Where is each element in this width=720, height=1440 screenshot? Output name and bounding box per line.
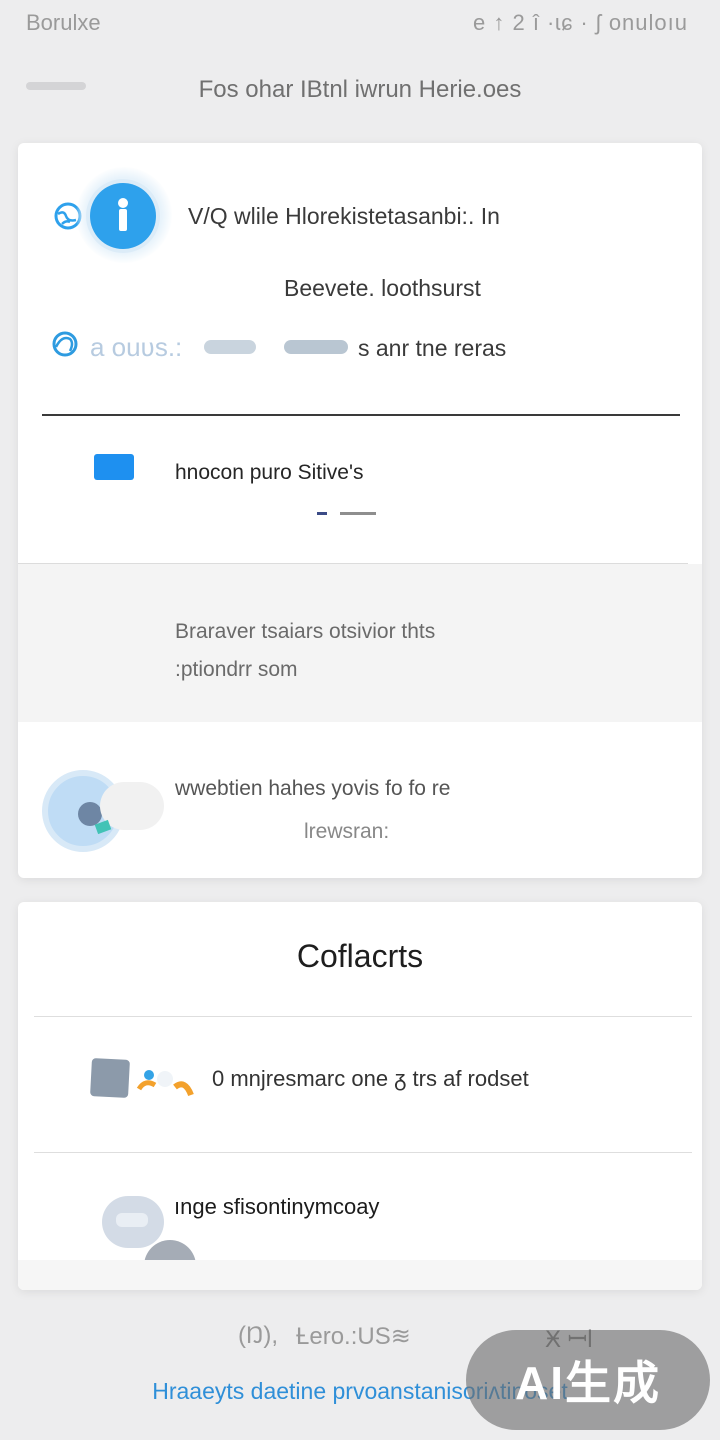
cloud-icon bbox=[100, 782, 164, 830]
info-line-3-lead: a ouʋs.: bbox=[90, 332, 183, 362]
footer-left-text: (Ŋ), bbox=[238, 1322, 279, 1349]
decorative-line bbox=[340, 512, 376, 515]
feature-row[interactable]: wwebtien hahes yovis fo fo re lrewsran: bbox=[18, 722, 702, 878]
contacts-title: Coflacrts bbox=[296, 938, 424, 974]
contact-avatar-detail bbox=[116, 1213, 148, 1227]
card-footer-strip bbox=[18, 1260, 702, 1290]
decorative-blob bbox=[284, 340, 348, 354]
page-title: Fos ohar IBtnl iwrun Herie.oes bbox=[198, 76, 522, 103]
info-icon bbox=[90, 183, 156, 249]
feature-line-1: wwebtien hahes yovis fo fo re bbox=[175, 777, 451, 800]
info-card: V/Q wlile Hlorekistetasanbi:. In Beevete… bbox=[18, 143, 702, 878]
info-line-3: s anr tne reras bbox=[358, 335, 507, 361]
footer-middle-text: Ƚero.:US≋ bbox=[296, 1323, 411, 1350]
info-line-2: Beevete. loothsurst bbox=[284, 275, 481, 301]
notice-line-1: Braraver tsaiars otsivior thts bbox=[175, 620, 436, 643]
service-label: hnocon puro Sitive's bbox=[175, 461, 364, 484]
status-right-text: e ↑ 2 î ·ɩɕ · ʃ onuloıu bbox=[473, 10, 688, 35]
folder-icon bbox=[94, 454, 134, 480]
feature-line-2: lrewsran: bbox=[304, 820, 390, 843]
status-bar: Borulxe e ↑ 2 î ·ɩɕ · ʃ onuloıu bbox=[0, 0, 720, 46]
decorative-swirl-icon bbox=[136, 1070, 194, 1097]
globe-icon bbox=[52, 331, 78, 357]
contact-text: 0 mnjresmarc one ᵹ trs af rodset bbox=[212, 1066, 529, 1091]
decorative-line bbox=[317, 512, 327, 515]
contact-thumbnail bbox=[90, 1058, 130, 1098]
info-section[interactable]: V/Q wlile Hlorekistetasanbi:. In Beevete… bbox=[18, 143, 702, 413]
service-row[interactable]: hnocon puro Sitive's bbox=[18, 416, 702, 564]
contacts-card: Coflacrts 0 mnjresmarc one ᵹ trs af rods… bbox=[18, 902, 702, 1290]
row-divider bbox=[34, 1016, 692, 1017]
notice-row[interactable]: Braraver tsaiars otsivior thts :ptiondrr… bbox=[18, 564, 702, 722]
contact-text: ınge sfisontinymcoay bbox=[174, 1194, 380, 1219]
info-line-1: V/Q wlile Hlorekistetasanbi:. In bbox=[188, 203, 500, 229]
row-divider bbox=[34, 1152, 692, 1153]
decorative-blob bbox=[204, 340, 256, 354]
ai-generated-watermark: AI生成 bbox=[466, 1330, 710, 1430]
status-left-text: Borulxe bbox=[26, 10, 101, 35]
notice-line-2: :ptiondrr som bbox=[175, 658, 298, 681]
